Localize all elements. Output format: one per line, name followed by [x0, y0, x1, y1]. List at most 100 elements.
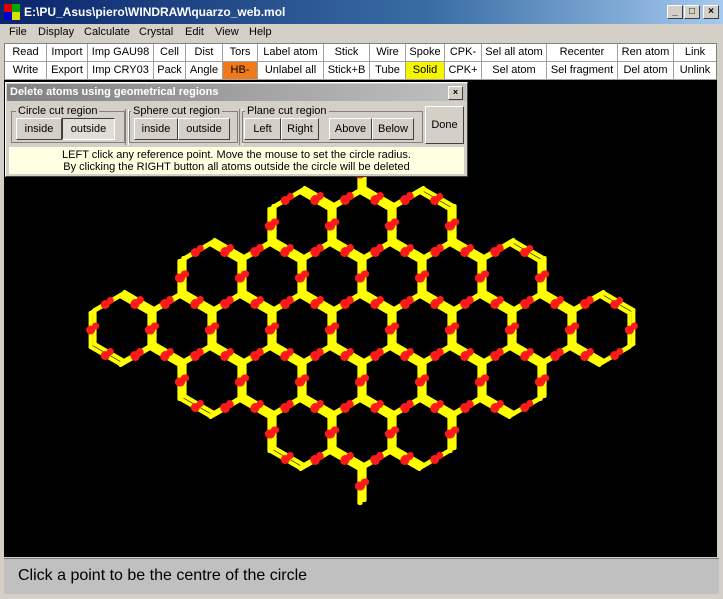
cpk-plus-button[interactable]: CPK+ [445, 62, 482, 80]
menu-display[interactable]: Display [38, 26, 74, 38]
unlabel-all-button[interactable]: Unlabel all [258, 62, 324, 80]
sphere-cut-label: Sphere cut region [131, 105, 222, 117]
oxygen-atom [526, 297, 534, 304]
plane-right-button[interactable]: Right [281, 118, 319, 140]
menu-view[interactable]: View [215, 26, 239, 38]
oxygen-atom [630, 322, 638, 330]
oxygen-atom [452, 322, 460, 330]
oxygen-atom [196, 400, 204, 407]
ren-atom-button[interactable]: Ren atom [618, 44, 674, 62]
oxygen-atom [152, 322, 160, 330]
dist-button[interactable]: Dist [186, 44, 223, 62]
oxygen-atom [436, 297, 444, 304]
cell-button[interactable]: Cell [154, 44, 186, 62]
oxygen-atom [512, 322, 520, 330]
done-button[interactable]: Done [425, 106, 464, 144]
oxygen-atom [376, 453, 384, 460]
oxygen-atom [556, 349, 564, 356]
wire-button[interactable]: Wire [370, 44, 406, 62]
recenter-button[interactable]: Recenter [547, 44, 618, 62]
menu-crystal[interactable]: Crystal [139, 26, 173, 38]
sel-all-atom-button[interactable]: Sel all atom [482, 44, 547, 62]
oxygen-atom [166, 297, 174, 304]
oxygen-atom [286, 349, 294, 356]
menu-edit[interactable]: Edit [185, 26, 204, 38]
status-bar: Click a point to be the centre of the ci… [4, 558, 719, 594]
instruction-line-1: LEFT click any reference point. Move the… [62, 149, 411, 161]
tors-button[interactable]: Tors [223, 44, 258, 62]
oxygen-atom [376, 245, 384, 252]
read-button[interactable]: Read [5, 44, 47, 62]
plane-left-button[interactable]: Left [244, 118, 281, 140]
oxygen-atom [542, 374, 550, 382]
oxygen-atom [392, 322, 400, 330]
label-atom-button[interactable]: Label atom [258, 44, 324, 62]
imp-cry03-button[interactable]: Imp CRY03 [88, 62, 154, 80]
angle-button[interactable]: Angle [186, 62, 223, 80]
link-button[interactable]: Link [674, 44, 716, 62]
spoke-button[interactable]: Spoke [406, 44, 445, 62]
oxygen-atom [256, 401, 264, 408]
oxygen-atom [452, 426, 460, 434]
imp-gau98-button[interactable]: Imp GAU98 [88, 44, 154, 62]
del-atom-button[interactable]: Del atom [618, 62, 674, 80]
oxygen-atom [106, 348, 114, 355]
solid-button[interactable]: Solid [406, 62, 445, 80]
oxygen-atom [242, 374, 250, 382]
oxygen-atom [346, 453, 354, 460]
oxygen-atom [272, 218, 280, 226]
pack-button[interactable]: Pack [154, 62, 186, 80]
oxygen-atom [392, 426, 400, 434]
sel-atom-button[interactable]: Sel atom [482, 62, 547, 80]
oxygen-atom [136, 349, 144, 356]
oxygen-atom [226, 349, 234, 356]
instruction-line-2: By clicking the RIGHT button all atoms o… [63, 161, 410, 173]
bond-layer [88, 152, 636, 505]
export-button[interactable]: Export [47, 62, 88, 80]
oxygen-atom [496, 245, 504, 252]
plane-above-button[interactable]: Above [329, 118, 372, 140]
oxygen-atom [452, 218, 460, 226]
tube-button[interactable]: Tube [370, 62, 406, 80]
import-button[interactable]: Import [47, 44, 88, 62]
stick-button[interactable]: Stick [324, 44, 370, 62]
maximize-button[interactable]: □ [684, 5, 700, 19]
oxygen-atom [242, 270, 250, 278]
sel-fragment-button[interactable]: Sel fragment [547, 62, 618, 80]
oxygen-atom [212, 322, 220, 330]
circle-outside-button[interactable]: outside [62, 118, 115, 140]
plane-below-button[interactable]: Below [372, 118, 414, 140]
dialog-close-icon[interactable]: × [448, 86, 463, 100]
oxygen-atom [406, 193, 414, 200]
circle-cut-label: Circle cut region [16, 105, 100, 117]
stick-b-button[interactable]: Stick+B [324, 62, 370, 80]
oxygen-atom [346, 401, 354, 408]
menu-calculate[interactable]: Calculate [84, 26, 130, 38]
circle-inside-button[interactable]: inside [16, 118, 62, 140]
menu-help[interactable]: Help [249, 26, 272, 38]
oxygen-atom [526, 400, 534, 407]
status-message: Click a point to be the centre of the ci… [18, 567, 308, 584]
oxygen-atom [302, 374, 310, 382]
oxygen-atom [586, 297, 594, 304]
sphere-outside-button[interactable]: outside [178, 118, 230, 140]
close-button[interactable]: × [703, 5, 719, 19]
window-title: E:\PU_Asus\piero\WINDRAW\quarzo_web.mol [24, 5, 286, 19]
sphere-inside-button[interactable]: inside [134, 118, 178, 140]
oxygen-atom [616, 348, 624, 355]
oxygen-atom [586, 349, 594, 356]
oxygen-atom [226, 297, 234, 304]
write-button[interactable]: Write [5, 62, 47, 80]
minimize-button[interactable]: _ [667, 5, 683, 19]
oxygen-atom [316, 245, 324, 252]
oxygen-atom [286, 297, 294, 304]
unlink-button[interactable]: Unlink [674, 62, 716, 80]
cpk-minus-button[interactable]: CPK- [445, 44, 482, 62]
command-toolbar: Read Import Imp GAU98 Cell Dist Tors Lab… [4, 43, 717, 80]
oxygen-atom [422, 270, 430, 278]
oxygen-atom [106, 297, 114, 304]
oxygen-atom [362, 270, 370, 278]
menu-file[interactable]: File [9, 26, 27, 38]
hb-minus-button[interactable]: HB- [223, 62, 258, 80]
oxygen-atom [346, 349, 354, 356]
